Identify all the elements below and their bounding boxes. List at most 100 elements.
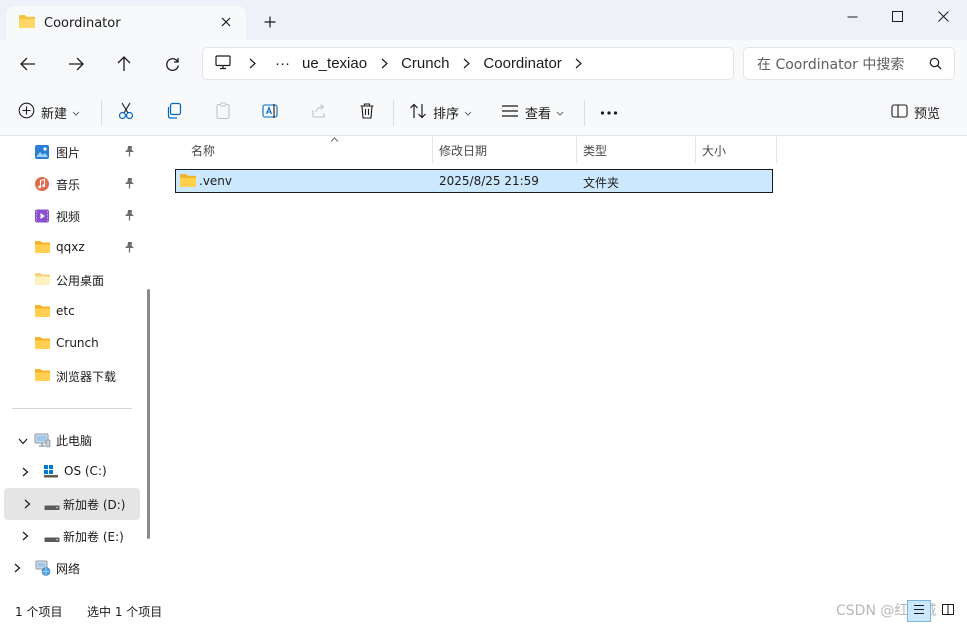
pin-icon[interactable] bbox=[124, 145, 135, 160]
sidebar-item-drive-d[interactable]: 新加卷 (D:) bbox=[4, 488, 140, 520]
file-list: 名称 修改日期 类型 大小 .venv 2025/8/25 21:59 文件夹 bbox=[158, 137, 967, 597]
sidebar-item-label: 新加卷 (E:) bbox=[63, 530, 124, 544]
sidebar-item-partial[interactable] bbox=[0, 584, 142, 597]
sidebar-item-network[interactable]: 网络 bbox=[0, 552, 142, 584]
refresh-button[interactable] bbox=[161, 53, 183, 75]
cut-button[interactable] bbox=[117, 100, 135, 124]
sidebar-item-qqxz[interactable]: qqxz bbox=[0, 232, 142, 264]
preview-pane-icon bbox=[891, 103, 908, 121]
chevron-down-icon bbox=[556, 105, 564, 119]
table-row[interactable]: .venv 2025/8/25 21:59 文件夹 bbox=[175, 169, 773, 193]
sidebar-item-label: 此电脑 bbox=[56, 434, 93, 448]
file-modified: 2025/8/25 21:59 bbox=[439, 174, 539, 188]
chevron-right-icon[interactable] bbox=[373, 58, 395, 69]
chevron-right-icon[interactable] bbox=[22, 466, 29, 480]
clipboard-icon bbox=[214, 101, 232, 123]
pin-icon[interactable] bbox=[124, 241, 135, 256]
chevron-right-icon[interactable] bbox=[24, 498, 31, 512]
view-button[interactable]: 查看 bbox=[501, 100, 564, 124]
breadcrumb-item-coordinator[interactable]: Coordinator bbox=[477, 55, 567, 72]
new-button[interactable]: 新建 bbox=[18, 100, 80, 124]
share-button[interactable] bbox=[310, 100, 328, 124]
chevron-right-icon[interactable] bbox=[22, 530, 29, 544]
column-header-size[interactable]: 大小 bbox=[697, 137, 777, 163]
sidebar-item-drive-e[interactable]: 新加卷 (E:) bbox=[0, 520, 142, 552]
computer-icon bbox=[215, 54, 231, 73]
details-view-button[interactable] bbox=[907, 600, 931, 622]
add-icon bbox=[18, 102, 35, 122]
toolbar-divider bbox=[101, 100, 102, 126]
pin-icon[interactable] bbox=[124, 177, 135, 192]
close-window-button[interactable] bbox=[920, 4, 966, 28]
sidebar-item-crunch[interactable]: Crunch bbox=[0, 328, 142, 360]
column-header-modified[interactable]: 修改日期 bbox=[434, 137, 577, 163]
folder-icon bbox=[34, 304, 51, 321]
tab-title: Coordinator bbox=[44, 15, 121, 31]
back-button[interactable] bbox=[17, 53, 39, 75]
linux-icon bbox=[40, 590, 50, 597]
up-button[interactable] bbox=[113, 53, 135, 75]
sidebar-item-label: 视频 bbox=[56, 210, 81, 224]
sort-button[interactable]: 排序 bbox=[409, 100, 472, 124]
sidebar-item-label: 网络 bbox=[56, 562, 81, 576]
share-icon bbox=[310, 102, 328, 123]
windows-drive-icon bbox=[43, 464, 59, 481]
sidebar-item-browser-downloads[interactable]: 浏览器下载 bbox=[0, 360, 142, 392]
paste-button[interactable] bbox=[214, 100, 232, 124]
sidebar-item-music[interactable]: 音乐 bbox=[0, 168, 142, 200]
sidebar-item-etc[interactable]: etc bbox=[0, 296, 142, 328]
sidebar-item-label: qqxz bbox=[56, 240, 85, 254]
sidebar-scrollbar[interactable] bbox=[147, 289, 150, 539]
preview-pane-button[interactable]: 预览 bbox=[891, 100, 940, 124]
sidebar-item-this-pc[interactable]: 此电脑 bbox=[0, 424, 142, 456]
column-header-type[interactable]: 类型 bbox=[578, 137, 696, 163]
rename-button[interactable] bbox=[262, 100, 280, 124]
new-label: 新建 bbox=[41, 106, 68, 122]
column-header-name[interactable]: 名称 bbox=[186, 137, 433, 163]
sidebar-item-public-desktop[interactable]: 公用桌面 bbox=[0, 264, 142, 296]
pictures-icon bbox=[34, 144, 50, 163]
sidebar-item-videos[interactable]: 视频 bbox=[0, 200, 142, 232]
close-tab-icon[interactable] bbox=[218, 14, 234, 30]
sidebar-item-pictures[interactable]: 图片 bbox=[0, 137, 142, 168]
more-options-button[interactable] bbox=[600, 100, 618, 124]
chevron-right-icon[interactable] bbox=[568, 58, 590, 69]
chevron-down-icon bbox=[464, 105, 472, 119]
new-tab-button[interactable] bbox=[260, 12, 280, 32]
chevron-right-icon[interactable] bbox=[455, 58, 477, 69]
window-tab[interactable]: Coordinator bbox=[6, 6, 246, 40]
sort-icon bbox=[409, 103, 427, 122]
chevron-right-icon[interactable] bbox=[241, 58, 263, 69]
sort-label: 排序 bbox=[433, 106, 460, 122]
breadcrumb-item-crunch[interactable]: Crunch bbox=[395, 55, 455, 72]
sidebar-item-label: 公用桌面 bbox=[56, 274, 105, 288]
preview-label: 预览 bbox=[914, 106, 941, 122]
toolbar-divider bbox=[584, 100, 585, 126]
toolbar-divider bbox=[393, 100, 394, 126]
column-type-label: 类型 bbox=[583, 143, 608, 158]
delete-button[interactable] bbox=[358, 100, 376, 124]
scissors-icon bbox=[117, 102, 135, 123]
chevron-down-icon[interactable] bbox=[18, 434, 28, 448]
search-box[interactable]: 在 Coordinator 中搜索 bbox=[743, 47, 955, 80]
sidebar-item-label: Crunch bbox=[56, 336, 99, 350]
chevron-down-icon bbox=[72, 105, 80, 119]
rename-icon bbox=[262, 102, 280, 123]
chevron-right-icon[interactable] bbox=[14, 562, 21, 576]
folder-icon bbox=[34, 272, 51, 289]
folder-icon bbox=[34, 240, 51, 257]
maximize-button[interactable] bbox=[874, 4, 920, 28]
forward-button[interactable] bbox=[65, 53, 87, 75]
breadcrumb[interactable]: ··· ue_texiao Crunch Coordinator bbox=[202, 47, 734, 80]
pin-icon[interactable] bbox=[124, 209, 135, 224]
breadcrumb-overflow[interactable]: ··· bbox=[269, 55, 296, 72]
search-input[interactable]: 在 Coordinator 中搜索 bbox=[757, 54, 904, 74]
breadcrumb-item-ue-texiao[interactable]: ue_texiao bbox=[296, 55, 373, 72]
more-icon bbox=[600, 105, 618, 119]
column-modified-label: 修改日期 bbox=[439, 143, 488, 158]
tiles-view-button[interactable] bbox=[936, 600, 960, 622]
view-label: 查看 bbox=[525, 106, 552, 122]
minimize-button[interactable] bbox=[829, 4, 875, 28]
copy-button[interactable] bbox=[165, 100, 183, 124]
sidebar-item-drive-c[interactable]: OS (C:) bbox=[0, 456, 142, 488]
